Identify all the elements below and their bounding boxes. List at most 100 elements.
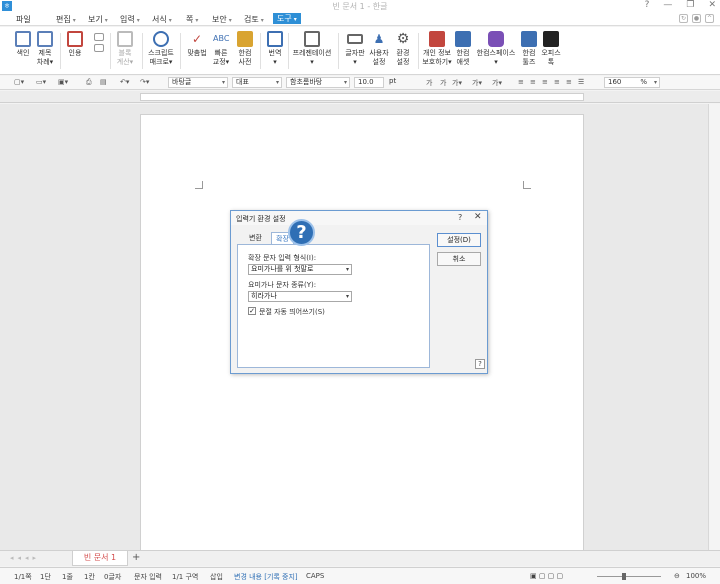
distribute-icon[interactable]: ≡ (566, 78, 572, 86)
help-question-icon: ? (288, 219, 315, 246)
chevron-down-icon: ▾ (653, 79, 657, 86)
quick-correct-icon: ABC (213, 34, 230, 43)
ruler-track (140, 93, 584, 101)
user-icon[interactable]: ● (692, 14, 701, 23)
minimize-button[interactable]: — (663, 0, 672, 10)
preferences-button[interactable]: ⚙ 환경 설정 (386, 31, 420, 67)
document-tabs-bar: ◂◂◂▸ 빈 문서 1 + (0, 550, 720, 566)
align-right-icon[interactable]: ≡ (542, 78, 548, 86)
gear-icon: ⚙ (396, 31, 410, 47)
keyboard-icon (347, 34, 363, 44)
chevron-down-icon: ▾ (72, 17, 76, 24)
horizontal-ruler[interactable] (0, 91, 720, 103)
ribbon-separator (142, 33, 143, 69)
dialog-title: 입력기 환경 설정 (236, 215, 286, 223)
new-doc-icon[interactable]: ▢▾ (14, 78, 24, 86)
open-icon[interactable]: ▭▾ (36, 78, 46, 86)
office-talk-button[interactable]: 오피스 톡 (534, 31, 568, 67)
yomigana-type-select[interactable]: 히라가나 ▾ (248, 291, 352, 302)
preview-icon[interactable]: ▤ (100, 78, 107, 86)
vertical-scrollbar[interactable] (708, 104, 720, 550)
add-tab-icon[interactable]: + (132, 552, 140, 563)
strike-icon[interactable]: 가▾ (472, 78, 482, 88)
toc-button[interactable]: 제목 차례▾ (28, 31, 62, 67)
presentation-button[interactable]: 프레젠테이션 ▾ (290, 31, 334, 67)
status-line: 1줄 (62, 573, 73, 581)
extension-tab-panel: 확장 문자 입력 형식(I): 요미가나를 위 첫말로 ▾ 요미가나 문자 종류(… (237, 244, 430, 368)
print-icon[interactable]: ⎙ (86, 78, 92, 87)
toc-icon (37, 31, 53, 47)
status-chars: 0글자 (104, 573, 122, 581)
title-bar: ㅎ 빈 문서 1 - 한글 ? — ❐ ✕ (0, 0, 720, 12)
block-calc-button[interactable]: 블록 계산▾ (108, 31, 142, 67)
font-size-input[interactable]: 10.0 (354, 77, 384, 88)
italic-icon[interactable]: 가 (440, 78, 446, 88)
save-icon[interactable]: ▣▾ (58, 78, 68, 86)
cancel-button[interactable]: 취소 (437, 252, 481, 266)
dictionary-button[interactable]: 한컴 사전 (228, 31, 262, 67)
menu-view[interactable]: 보기 ▾ (88, 14, 108, 25)
align-center-icon[interactable]: ≡ (530, 78, 536, 86)
menu-format[interactable]: 서식 ▾ (152, 14, 172, 25)
font-color-icon[interactable]: 가▾ (492, 78, 502, 88)
tab-nav-arrows-icon[interactable]: ◂◂◂▸ (10, 554, 40, 562)
menu-review[interactable]: 검토 ▾ (244, 14, 264, 25)
menu-insert[interactable]: 입력 ▾ (120, 14, 140, 25)
redo-icon[interactable]: ↷▾ (140, 78, 149, 86)
chevron-down-icon: ▾ (260, 17, 264, 24)
dialog-help-button[interactable]: ? (475, 359, 485, 369)
font-select[interactable]: 함초롬바탕 ▾ (286, 77, 350, 88)
window-controls: ? — ❐ ✕ (645, 0, 716, 10)
language-select[interactable]: 대표 ▾ (232, 77, 282, 88)
doc-tab-active[interactable]: 빈 문서 1 (72, 551, 128, 566)
extended-input-format-select[interactable]: 요미가나를 위 첫말로 ▾ (248, 264, 352, 275)
view-mode-icons[interactable]: ▣ ▢ ▢ ▢ (530, 572, 563, 580)
ok-button[interactable]: 설정(D) (437, 233, 481, 247)
tab-conversion[interactable]: 변환 (245, 232, 266, 244)
translate-button[interactable]: 번역 ▾ (258, 31, 292, 67)
yomigana-type-label: 요미가나 문자 종류(Y): (248, 281, 317, 289)
dialog-close-icon[interactable]: ✕ (474, 212, 482, 222)
status-insert-mode[interactable]: 삽입 (210, 572, 223, 582)
justify-icon[interactable]: ≡ (554, 78, 560, 86)
undo-icon[interactable]: ↶▾ (120, 78, 129, 86)
close-button[interactable]: ✕ (708, 0, 716, 10)
window-help-button[interactable]: ? (645, 0, 650, 10)
chevron-down-icon: ▾ (221, 79, 225, 86)
zoom-slider-thumb[interactable] (622, 573, 626, 580)
restore-button[interactable]: ❐ (686, 0, 694, 10)
underline-icon[interactable]: 가▾ (452, 78, 462, 88)
zoom-out-icon[interactable]: ⊖ (674, 572, 680, 580)
menu-security[interactable]: 보안 ▾ (212, 14, 232, 25)
ribbon-collapse-icon[interactable]: ^ (705, 14, 714, 23)
chevron-down-icon: ▾ (228, 17, 232, 24)
style-select[interactable]: 바탕글 ▾ (168, 77, 228, 88)
status-input-mode[interactable]: 문자 입력 (134, 572, 162, 582)
menu-edit[interactable]: 편집 ▾ (56, 14, 76, 25)
macro-button[interactable]: 스크립트 매크로▾ (144, 31, 178, 67)
ribbon-separator (288, 33, 289, 69)
menu-tools[interactable]: 도구 ▾ (273, 13, 301, 24)
block-calc-icon (117, 31, 133, 47)
chevron-down-icon: ▾ (275, 79, 279, 86)
presentation-icon (304, 31, 320, 47)
status-page[interactable]: 1/1쪽 (14, 572, 32, 582)
bold-icon[interactable]: 가 (426, 78, 432, 88)
menu-file[interactable]: 파일 (16, 14, 31, 25)
auto-spacing-checkbox[interactable]: ✓ (248, 307, 256, 315)
window-title: 빈 문서 1 - 한글 (332, 2, 388, 11)
citation-icon (67, 31, 83, 47)
status-track-changes[interactable]: 변경 내용 [기록 중지] (234, 572, 298, 582)
align-left-icon[interactable]: ≡ (518, 78, 524, 86)
paste-icon (94, 44, 104, 52)
sync-icon[interactable]: ↻ (679, 14, 688, 23)
copy-icon (94, 33, 104, 41)
menu-page[interactable]: 쪽 ▾ (186, 14, 198, 25)
chevron-down-icon: ▾ (168, 17, 172, 24)
zoom-select[interactable]: 160% ▾ (604, 77, 660, 88)
dialog-help-icon[interactable]: ? (458, 213, 462, 222)
translate-icon (267, 31, 283, 47)
zoom-slider[interactable] (597, 576, 661, 577)
line-spacing-icon[interactable]: ☰ (578, 78, 584, 86)
status-section-count: 1/1 구역 (172, 573, 199, 581)
